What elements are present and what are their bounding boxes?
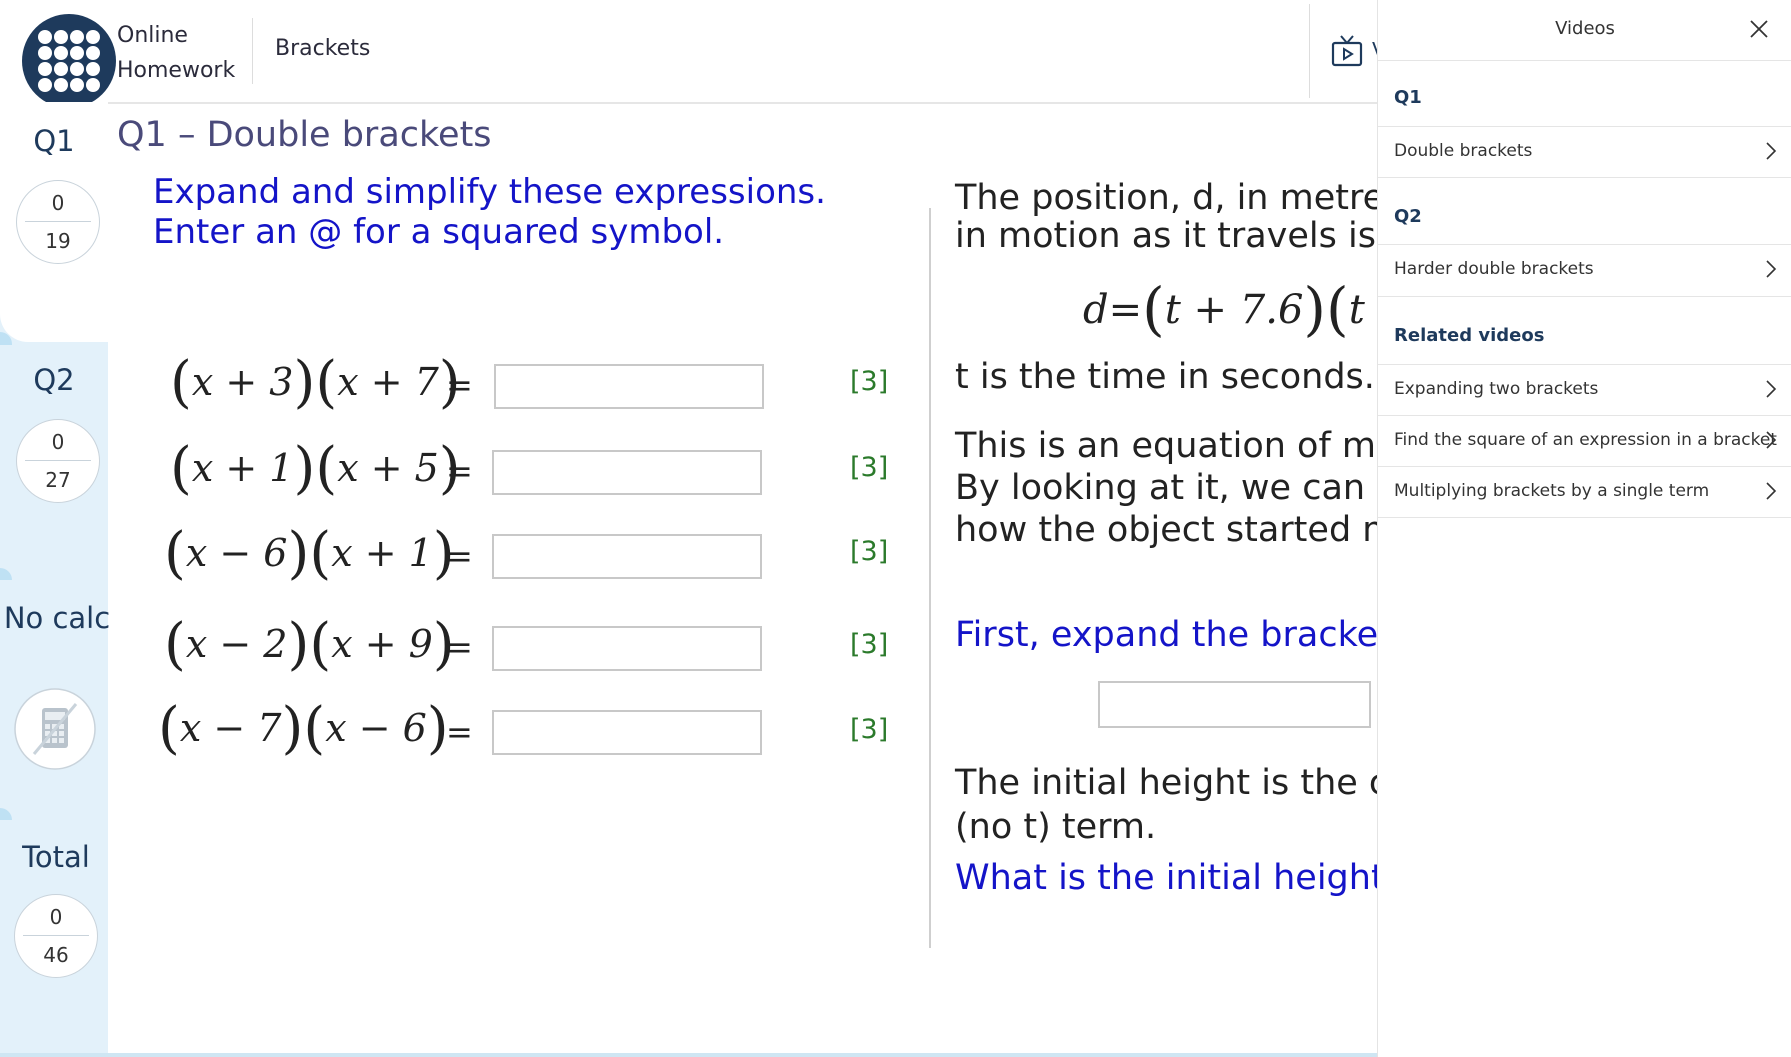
section-heading: Q2 xyxy=(1394,206,1422,227)
equals-sign: = xyxy=(446,366,473,404)
tab-q1[interactable]: Q1 0 19 xyxy=(0,102,108,342)
formula-bracket-a: t + 7.6 xyxy=(1164,287,1304,333)
video-item[interactable]: Expanding two brackets xyxy=(1378,365,1791,415)
video-item[interactable]: Harder double brackets xyxy=(1378,245,1791,295)
tab-no-calc[interactable]: No calc xyxy=(0,580,110,815)
bracket-a: x + 1 xyxy=(191,446,294,490)
marks-label: [3] xyxy=(850,714,889,745)
score-value: 0 xyxy=(51,430,65,454)
panel-title: Videos xyxy=(1555,18,1615,39)
instructions-text: Expand and simplify these expressions. E… xyxy=(153,172,826,252)
equals-sign: = xyxy=(446,713,473,751)
header-divider xyxy=(252,18,253,84)
score-circle: 0 19 xyxy=(16,180,100,264)
formula-d: d xyxy=(1083,287,1109,333)
section-heading: Q1 xyxy=(1394,87,1422,108)
q2-text-line: how the object started m xyxy=(955,510,1397,550)
marks-label: [3] xyxy=(850,629,889,660)
q2-text-line: This is an equation of mo xyxy=(955,426,1398,466)
bracket-a: x − 7 xyxy=(179,706,282,750)
marks-label: [3] xyxy=(850,452,889,483)
expression-1: (x + 3)(x + 7) xyxy=(170,350,461,415)
header-divider xyxy=(1309,4,1310,98)
video-label: Find the square of an expression in a br… xyxy=(1394,430,1777,450)
videos-panel: Videos Q1 Double brackets Q2 Harder doub… xyxy=(1377,0,1791,1057)
answer-input[interactable] xyxy=(492,626,762,671)
bracket-b: x + 1 xyxy=(331,531,433,575)
video-item[interactable]: Find the square of an expression in a br… xyxy=(1378,416,1791,466)
q2-text-line: t is the time in seconds. xyxy=(955,357,1375,397)
answer-input[interactable] xyxy=(492,710,762,755)
section-heading: Related videos xyxy=(1394,325,1545,346)
q2-text-line: The initial height is the c xyxy=(955,763,1389,803)
expression-5: (x − 7)(x − 6) xyxy=(158,696,449,761)
app-logo-icon[interactable] xyxy=(22,14,116,108)
score-max: 46 xyxy=(43,943,69,967)
video-item[interactable]: Multiplying brackets by a single term xyxy=(1378,467,1791,517)
formula-equals: = xyxy=(1108,287,1143,333)
expression-4: (x − 2)(x + 9) xyxy=(164,612,455,677)
equals-sign: = xyxy=(446,537,473,575)
tab-label: Q2 xyxy=(33,363,75,397)
bracket-a: x − 2 xyxy=(185,622,288,666)
tab-total[interactable]: Total 0 46 xyxy=(0,820,108,1057)
bottom-scroll-track xyxy=(0,1053,1377,1057)
q2-text-line: in motion as it travels is xyxy=(955,216,1376,256)
bracket-b: x + 9 xyxy=(331,622,433,666)
equals-sign: = xyxy=(446,452,473,490)
expression-2: (x + 1)(x + 5) xyxy=(170,436,461,501)
score-circle: 0 46 xyxy=(14,894,98,978)
answer-input[interactable] xyxy=(492,450,762,495)
score-max: 19 xyxy=(45,229,71,253)
video-label: Expanding two brackets xyxy=(1394,379,1599,399)
bracket-b: x + 7 xyxy=(337,360,439,404)
marks-label: [3] xyxy=(850,366,889,397)
no-calculator-icon xyxy=(14,688,96,770)
chevron-right-icon xyxy=(1766,142,1777,160)
tab-label: Total xyxy=(22,840,90,874)
q2-prompt: First, expand the bracket xyxy=(955,615,1392,655)
tab-label: No calc xyxy=(3,601,111,635)
chevron-right-icon xyxy=(1766,431,1777,449)
q2-text-line: By looking at it, we can l xyxy=(955,468,1386,508)
chevron-right-icon xyxy=(1766,380,1777,398)
bracket-a: x − 6 xyxy=(185,531,288,575)
equals-sign: = xyxy=(446,628,473,666)
tab-label: Q1 xyxy=(33,124,75,158)
video-label: Multiplying brackets by a single term xyxy=(1394,481,1710,501)
answer-input[interactable] xyxy=(492,534,762,579)
marks-label: [3] xyxy=(850,536,889,567)
column-divider xyxy=(929,208,931,948)
bracket-b: x − 6 xyxy=(325,706,427,750)
tab-q2[interactable]: Q2 0 27 xyxy=(0,345,108,575)
score-circle: 0 27 xyxy=(16,419,100,503)
bracket-b: x + 5 xyxy=(337,446,439,490)
tv-video-icon[interactable] xyxy=(1330,34,1364,68)
bracket-a: x + 3 xyxy=(191,360,294,404)
chevron-right-icon xyxy=(1766,260,1777,278)
chevron-right-icon xyxy=(1766,482,1777,500)
score-value: 0 xyxy=(49,905,63,929)
topic-title: Brackets xyxy=(275,36,371,61)
q2-prompt: What is the initial height xyxy=(955,858,1385,898)
video-label: Harder double brackets xyxy=(1394,259,1594,279)
app-title: Online Homework xyxy=(117,23,236,83)
video-label: Double brackets xyxy=(1394,141,1533,161)
score-value: 0 xyxy=(51,191,65,215)
expand-answer-input[interactable] xyxy=(1098,681,1371,728)
question-title: Q1 – Double brackets xyxy=(117,115,492,155)
close-icon[interactable] xyxy=(1748,18,1770,40)
q2-text-line: (no t) term. xyxy=(955,807,1157,847)
expression-3: (x − 6)(x + 1) xyxy=(164,521,455,586)
answer-input[interactable] xyxy=(494,364,764,409)
score-max: 27 xyxy=(45,468,71,492)
video-item[interactable]: Double brackets xyxy=(1378,127,1791,177)
q2-text-line: The position, d, in metre xyxy=(955,178,1385,218)
position-formula: d=(t + 7.6)(t + xyxy=(1083,275,1411,343)
